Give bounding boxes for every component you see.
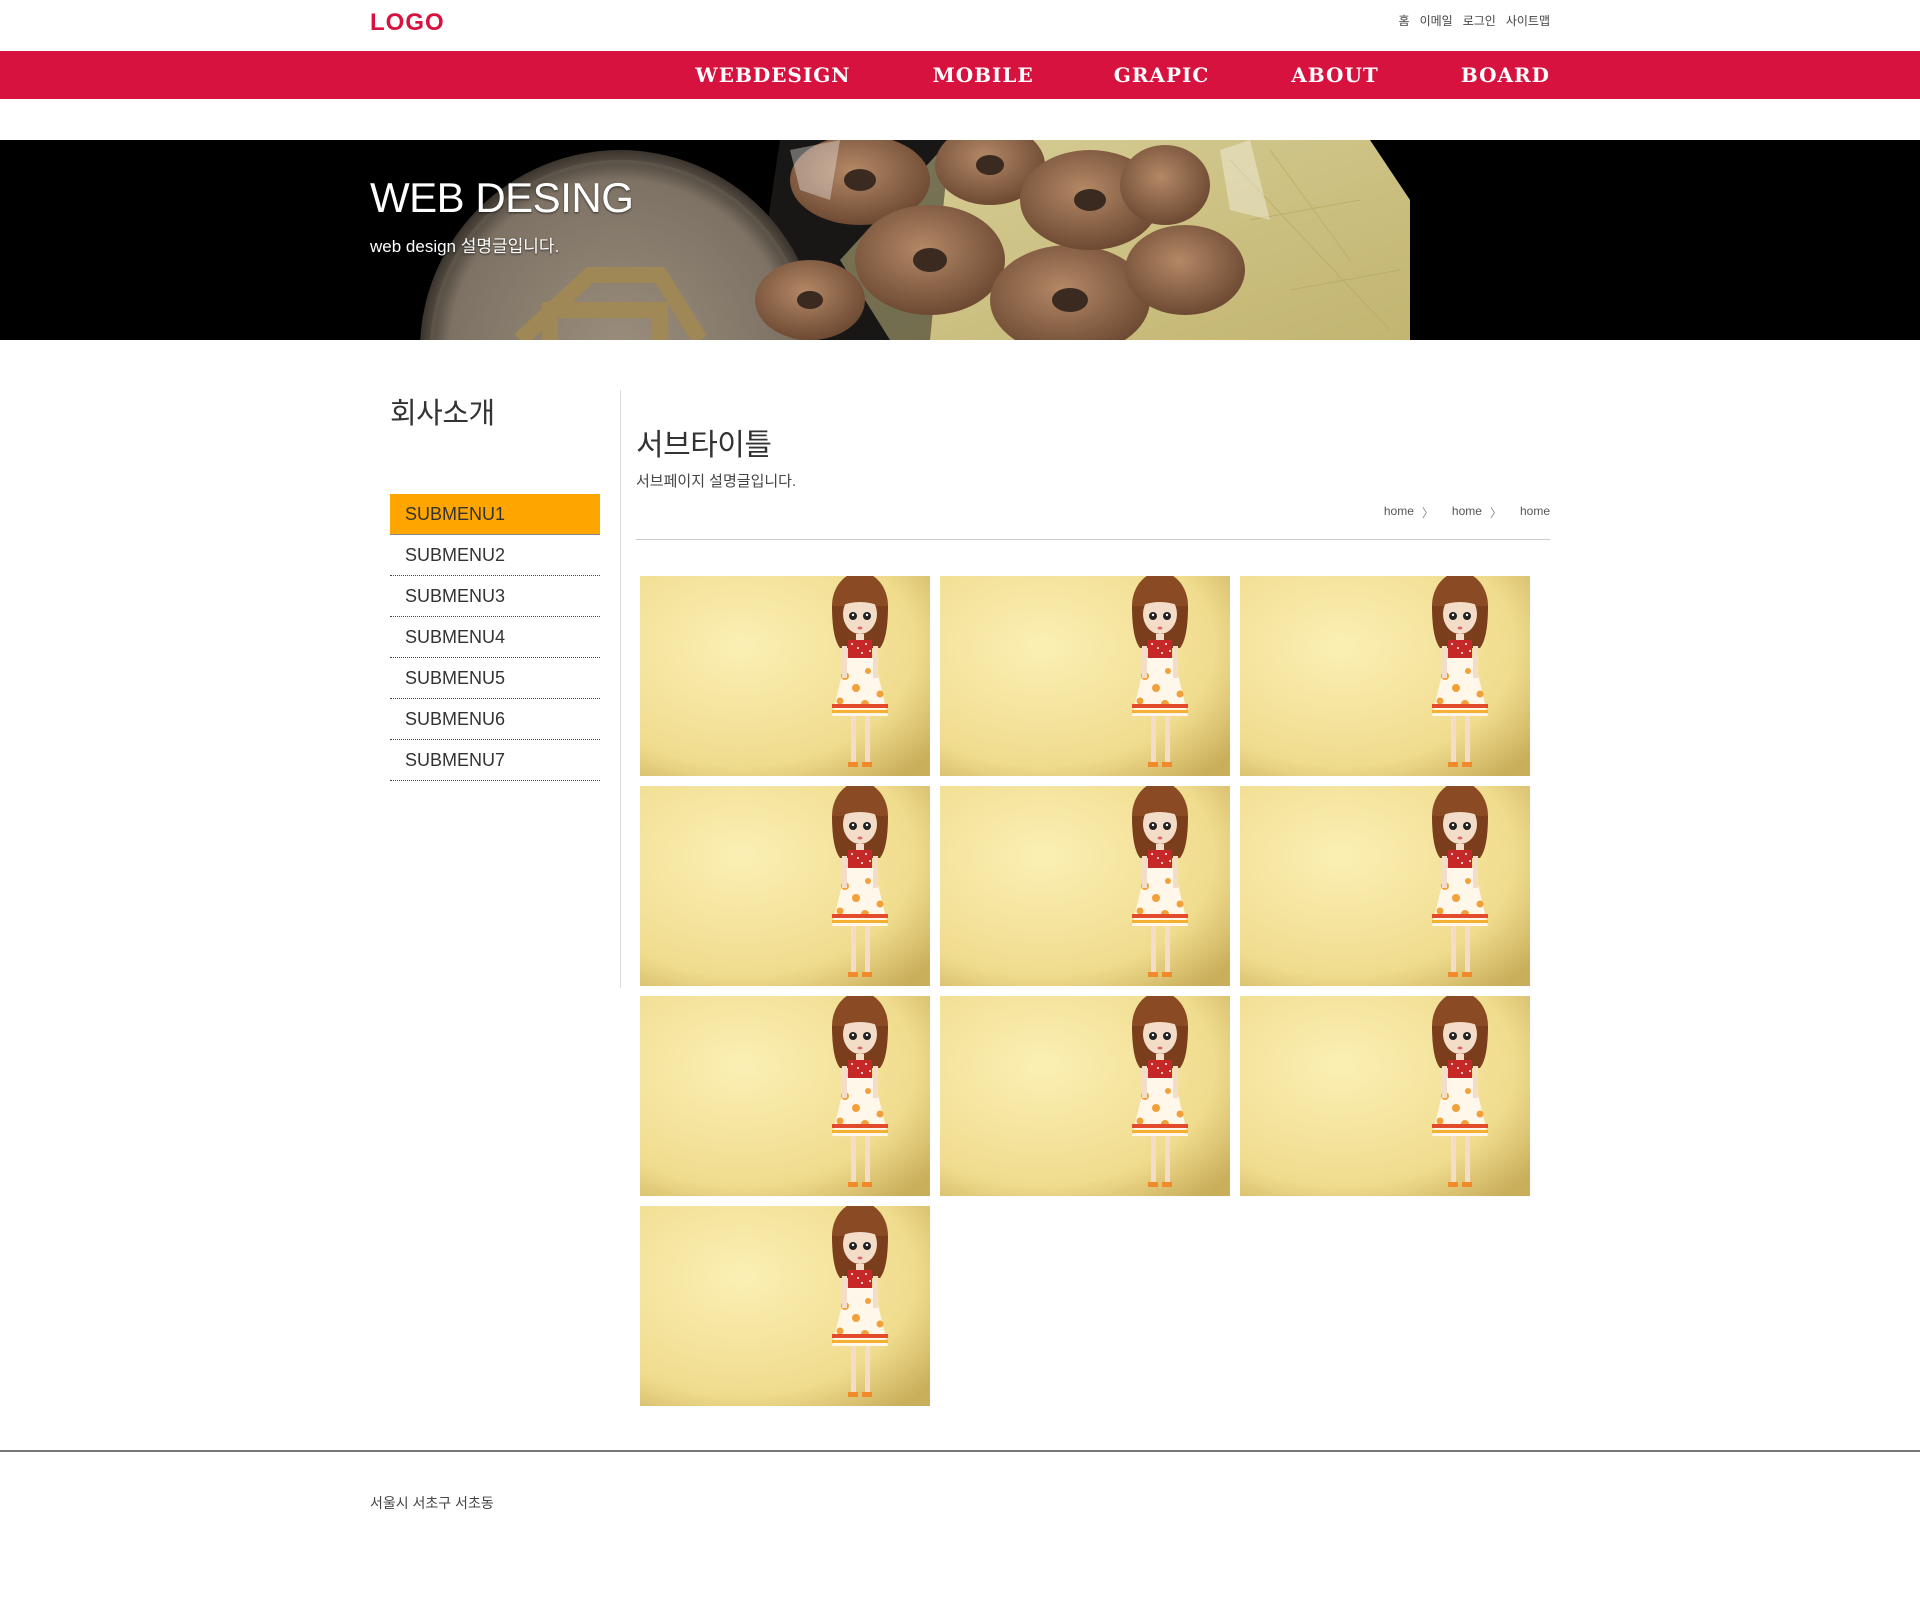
doll-photo-icon bbox=[640, 576, 930, 776]
side-nav-item-submenu2[interactable]: SUBMENU2 bbox=[390, 535, 600, 576]
gallery-thumbnail[interactable] bbox=[940, 786, 1230, 986]
side-nav-item-submenu1[interactable]: SUBMENU1 bbox=[390, 494, 600, 535]
util-link-email[interactable]: 이메일 bbox=[1420, 12, 1453, 29]
doll-photo-icon bbox=[640, 786, 930, 986]
header: LOGO 홈 이메일 로그인 사이트맵 bbox=[0, 0, 1920, 51]
footer-address: 서울시 서초구 서초동 bbox=[370, 1495, 494, 1511]
gnb-item-grapic[interactable]: GRAPIC bbox=[1114, 51, 1210, 99]
gallery-grid bbox=[640, 576, 1540, 1406]
side-nav-item-submenu7[interactable]: SUBMENU7 bbox=[390, 740, 600, 781]
chevron-right-icon: 〉 bbox=[1421, 506, 1434, 520]
breadcrumb: home 〉 home 〉 home bbox=[1384, 504, 1550, 521]
util-link-login[interactable]: 로그인 bbox=[1463, 12, 1496, 29]
side-nav-title: 회사소개 bbox=[390, 398, 495, 430]
doll-photo-icon bbox=[1240, 996, 1530, 1196]
gallery-thumbnail[interactable] bbox=[1240, 996, 1530, 1196]
side-nav-list: SUBMENU1 SUBMENU2 SUBMENU3 SUBMENU4 SUBM… bbox=[390, 494, 600, 781]
doll-photo-icon bbox=[940, 786, 1230, 986]
gallery-thumbnail[interactable] bbox=[1240, 576, 1530, 776]
side-nav: 회사소개 SUBMENU1 SUBMENU2 SUBMENU3 SUBMENU4… bbox=[390, 390, 600, 781]
side-nav-item-submenu5[interactable]: SUBMENU5 bbox=[390, 658, 600, 699]
visual-desc: web design 설명글입니다. bbox=[370, 237, 560, 256]
gallery-thumbnail[interactable] bbox=[640, 996, 930, 1196]
visual-title: WEB DESING bbox=[370, 174, 634, 221]
global-nav: WEBDESIGN MOBILE GRAPIC ABOUT BOARD bbox=[0, 51, 1920, 99]
breadcrumb-item[interactable]: home bbox=[1452, 504, 1482, 521]
page-title: 서브타이틀 bbox=[636, 429, 772, 462]
vertical-divider bbox=[620, 390, 621, 988]
util-link-home[interactable]: 홈 bbox=[1399, 12, 1410, 29]
gallery-thumbnail[interactable] bbox=[1240, 786, 1530, 986]
doll-photo-icon bbox=[640, 996, 930, 1196]
side-nav-item-submenu3[interactable]: SUBMENU3 bbox=[390, 576, 600, 617]
doll-photo-icon bbox=[640, 1206, 930, 1406]
gnb-item-about[interactable]: ABOUT bbox=[1291, 51, 1379, 99]
doll-photo-icon bbox=[940, 576, 1230, 776]
gallery-thumbnail[interactable] bbox=[940, 996, 1230, 1196]
main-visual: WEB DESING web design 설명글입니다. bbox=[0, 140, 1920, 340]
content-header: 서브타이틀 서브페이지 설명글입니다. home 〉 home 〉 home bbox=[636, 420, 1550, 540]
footer-divider bbox=[0, 1450, 1920, 1452]
breadcrumb-item[interactable]: home bbox=[1520, 504, 1550, 521]
global-nav-list: WEBDESIGN MOBILE GRAPIC ABOUT BOARD bbox=[695, 51, 1550, 99]
page-description: 서브페이지 설명글입니다. bbox=[636, 473, 797, 490]
gnb-item-webdesign[interactable]: WEBDESIGN bbox=[695, 51, 850, 99]
gallery-thumbnail[interactable] bbox=[640, 786, 930, 986]
logo[interactable]: LOGO bbox=[370, 9, 445, 37]
util-link-sitemap[interactable]: 사이트맵 bbox=[1506, 12, 1550, 29]
breadcrumb-item[interactable]: home bbox=[1384, 504, 1414, 521]
doll-photo-icon bbox=[940, 996, 1230, 1196]
content-divider bbox=[636, 539, 1550, 540]
side-nav-item-submenu4[interactable]: SUBMENU4 bbox=[390, 617, 600, 658]
gallery-thumbnail[interactable] bbox=[640, 1206, 930, 1406]
side-nav-item-submenu6[interactable]: SUBMENU6 bbox=[390, 699, 600, 740]
gallery-thumbnail[interactable] bbox=[940, 576, 1230, 776]
util-nav: 홈 이메일 로그인 사이트맵 bbox=[1399, 12, 1550, 29]
gnb-item-mobile[interactable]: MOBILE bbox=[933, 51, 1034, 99]
doll-photo-icon bbox=[1240, 576, 1530, 776]
doll-photo-icon bbox=[1240, 786, 1530, 986]
gallery-thumbnail[interactable] bbox=[640, 576, 930, 776]
chevron-right-icon: 〉 bbox=[1489, 506, 1502, 520]
gnb-item-board[interactable]: BOARD bbox=[1461, 51, 1550, 99]
